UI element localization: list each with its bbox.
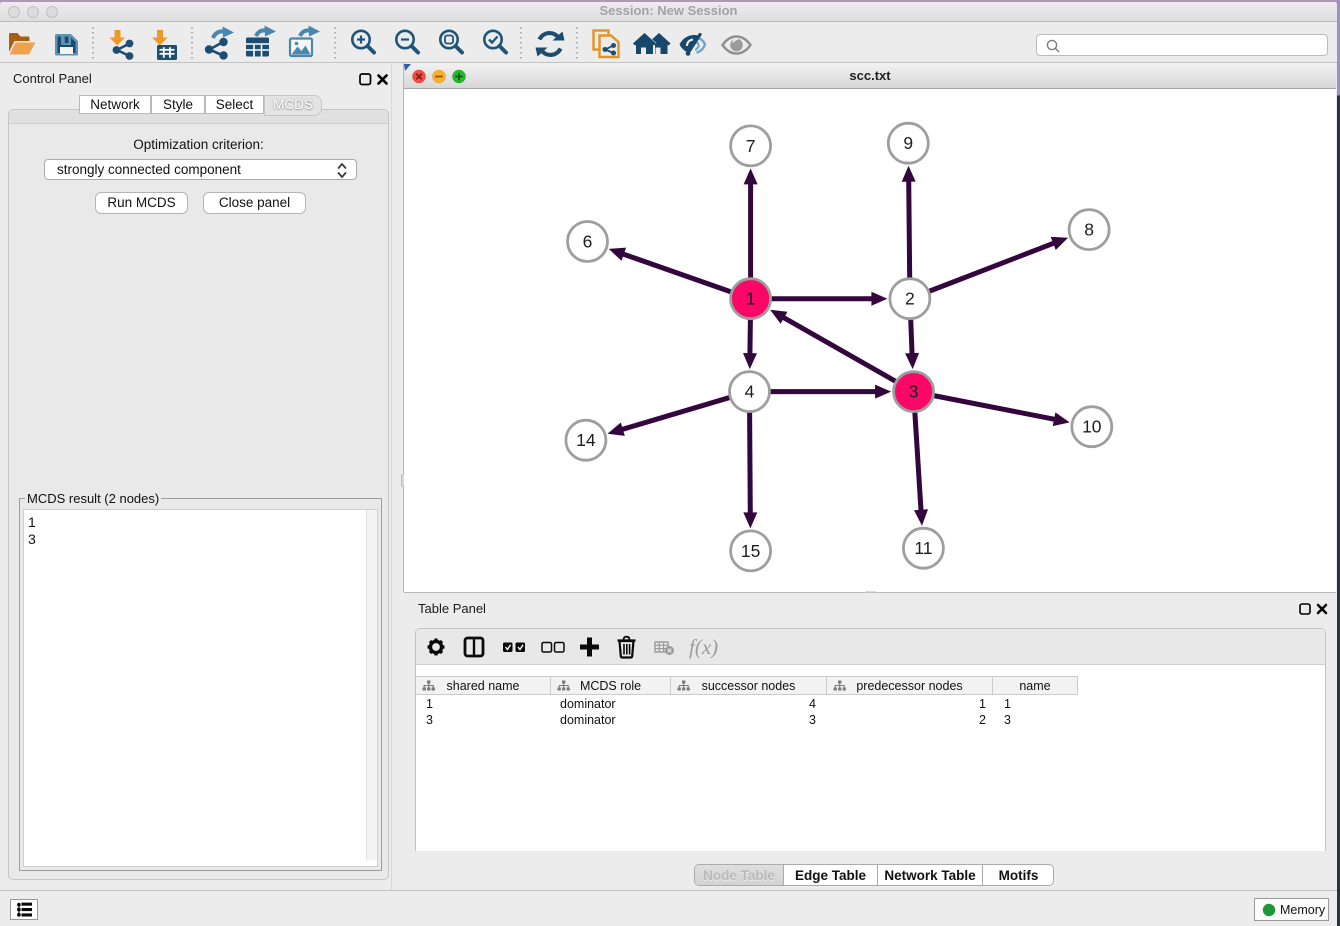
- svg-text:14: 14: [576, 430, 596, 450]
- svg-text:6: 6: [583, 232, 593, 252]
- svg-text:2: 2: [905, 289, 915, 309]
- svg-text:10: 10: [1082, 417, 1102, 437]
- svg-text:1: 1: [746, 289, 756, 309]
- svg-text:f(x): f(x): [689, 635, 718, 659]
- svg-text:15: 15: [741, 541, 760, 561]
- svg-text:9: 9: [903, 133, 913, 153]
- svg-text:11: 11: [914, 538, 932, 558]
- svg-text:8: 8: [1084, 220, 1094, 240]
- svg-text:4: 4: [745, 382, 755, 402]
- svg-text:7: 7: [746, 136, 756, 156]
- svg-text:3: 3: [909, 382, 919, 402]
